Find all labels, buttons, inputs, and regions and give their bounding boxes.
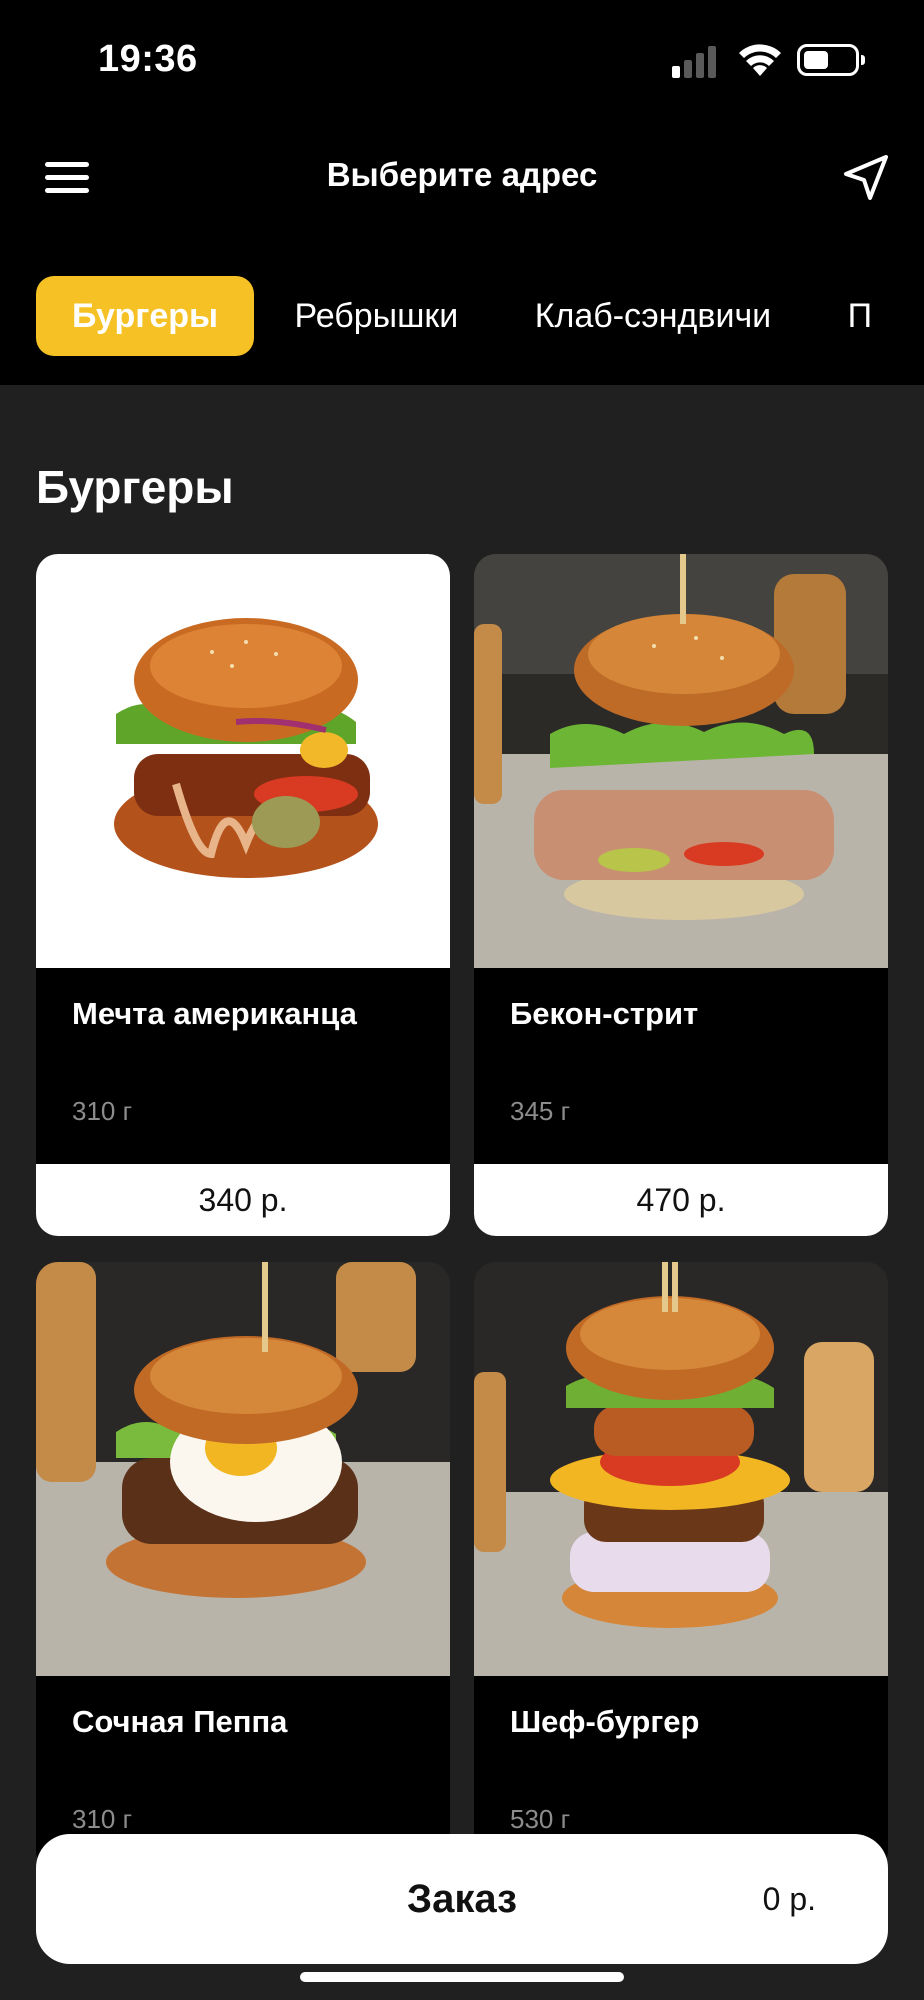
battery-icon	[797, 44, 865, 76]
product-weight: 310 г	[72, 1804, 133, 1834]
product-weight: 310 г	[72, 1096, 133, 1126]
location-arrow-icon[interactable]	[840, 152, 892, 204]
select-address-title[interactable]: Выберите адрес	[0, 156, 924, 194]
product-photo	[36, 1262, 450, 1676]
product-name: Сочная Пеппа	[72, 1704, 288, 1739]
product-photo	[36, 554, 450, 968]
product-photo	[474, 1262, 888, 1676]
order-sum: 0 р.	[762, 1881, 816, 1917]
wifi-icon	[739, 44, 781, 76]
product-photo	[474, 554, 888, 968]
product-card[interactable]: Сочная Пеппа 310 г	[36, 1262, 450, 1872]
product-info: Бекон-стрит 345 г	[474, 968, 888, 1164]
cellular-signal-icon	[672, 44, 722, 78]
tab-ribs[interactable]: Ребрышки	[259, 276, 495, 356]
product-card[interactable]: Шеф-бургер 530 г	[474, 1262, 888, 1872]
product-price-button[interactable]: 340 р.	[36, 1164, 450, 1236]
product-card[interactable]: Мечта американца 310 г 340 р.	[36, 554, 450, 1236]
section-title: Бургеры	[36, 461, 234, 513]
order-label: Заказ	[407, 1877, 517, 1921]
tab-burgers[interactable]: Бургеры	[36, 276, 255, 356]
category-tabs: Бургеры Ребрышки Клаб-сэндвичи П	[36, 276, 924, 356]
status-bar: 19:36	[0, 0, 924, 120]
product-weight: 345 г	[510, 1096, 571, 1126]
order-button[interactable]: Заказ 0 р.	[36, 1834, 888, 1964]
product-name: Шеф-бургер	[510, 1704, 700, 1739]
home-indicator[interactable]	[300, 1972, 624, 1982]
product-name: Бекон-стрит	[510, 996, 699, 1031]
tab-more[interactable]: П	[812, 276, 908, 356]
product-weight: 530 г	[510, 1804, 571, 1834]
product-info: Мечта американца 310 г	[36, 968, 450, 1164]
tab-club-sandwiches[interactable]: Клаб-сэндвичи	[499, 276, 807, 356]
product-card[interactable]: Бекон-стрит 345 г 470 р.	[474, 554, 888, 1236]
product-name: Мечта американца	[72, 996, 357, 1031]
product-price-button[interactable]: 470 р.	[474, 1164, 888, 1236]
top-header: 19:36 Выберите адрес Бургеры Ребрышки Кл…	[0, 0, 924, 385]
status-time: 19:36	[98, 38, 198, 80]
